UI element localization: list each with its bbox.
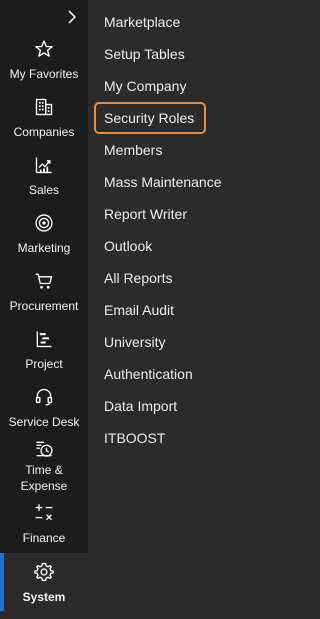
star-icon xyxy=(33,38,55,60)
nav-item-label: Time & Expense xyxy=(4,462,84,494)
project-icon xyxy=(33,328,55,350)
submenu-item-itboost[interactable]: ITBOOST xyxy=(94,422,274,454)
system-submenu: Marketplace Setup Tables My Company Secu… xyxy=(94,6,274,454)
submenu-item-outlook[interactable]: Outlook xyxy=(94,230,274,262)
nav-item-service-desk[interactable]: Service Desk xyxy=(0,386,88,434)
nav-item-label: System xyxy=(22,590,66,604)
gear-icon xyxy=(33,561,55,583)
nav-item-label: Marketing xyxy=(17,241,71,255)
submenu-item-mass-maintenance[interactable]: Mass Maintenance xyxy=(94,166,274,198)
chart-up-icon xyxy=(33,154,55,176)
cart-icon xyxy=(33,270,55,292)
nav-item-label: Procurement xyxy=(9,299,79,313)
nav-item-label: Service Desk xyxy=(8,415,80,429)
label-line-2: Expense xyxy=(20,479,68,493)
nav-item-procurement[interactable]: Procurement xyxy=(0,270,88,318)
nav-item-sales[interactable]: Sales xyxy=(0,154,88,202)
submenu-item-data-import[interactable]: Data Import xyxy=(94,390,274,422)
nav-item-finance[interactable]: Finance xyxy=(0,502,88,550)
time-expense-icon xyxy=(33,438,55,460)
nav-item-companies[interactable]: Companies xyxy=(0,96,88,144)
calculator-icon xyxy=(33,502,55,524)
active-indicator xyxy=(0,553,4,611)
submenu-item-marketplace[interactable]: Marketplace xyxy=(94,6,274,38)
submenu-item-email-audit[interactable]: Email Audit xyxy=(94,294,274,326)
nav-item-label: Project xyxy=(25,357,63,371)
target-icon xyxy=(33,212,55,234)
submenu-item-all-reports[interactable]: All Reports xyxy=(94,262,274,294)
submenu-item-university[interactable]: University xyxy=(94,326,274,358)
nav-item-my-favorites[interactable]: My Favorites xyxy=(0,38,88,86)
submenu-item-members[interactable]: Members xyxy=(94,134,274,166)
submenu-item-authentication[interactable]: Authentication xyxy=(94,358,274,390)
submenu-item-security-roles[interactable]: Security Roles xyxy=(94,102,206,134)
submenu-item-my-company[interactable]: My Company xyxy=(94,70,274,102)
nav-item-system[interactable]: System xyxy=(0,553,88,611)
submenu-item-report-writer[interactable]: Report Writer xyxy=(94,198,274,230)
app-window: My Favorites Companies Sales Marketing P… xyxy=(0,0,278,619)
label-line-1: Time & xyxy=(25,463,63,477)
nav-item-marketing[interactable]: Marketing xyxy=(0,212,88,260)
headset-icon xyxy=(33,386,55,408)
building-icon xyxy=(33,96,55,118)
nav-item-label: Companies xyxy=(13,125,75,139)
nav-item-project[interactable]: Project xyxy=(0,328,88,376)
nav-item-time-expense[interactable]: Time & Expense xyxy=(0,438,88,496)
nav-item-label: My Favorites xyxy=(9,67,79,81)
submenu-item-setup-tables[interactable]: Setup Tables xyxy=(94,38,274,70)
nav-item-label: Sales xyxy=(28,183,60,197)
nav-item-label: Finance xyxy=(22,531,66,545)
nav-rail-footer xyxy=(0,611,88,619)
chevron-right-icon[interactable] xyxy=(62,6,82,28)
nav-rail: My Favorites Companies Sales Marketing P… xyxy=(0,0,88,611)
